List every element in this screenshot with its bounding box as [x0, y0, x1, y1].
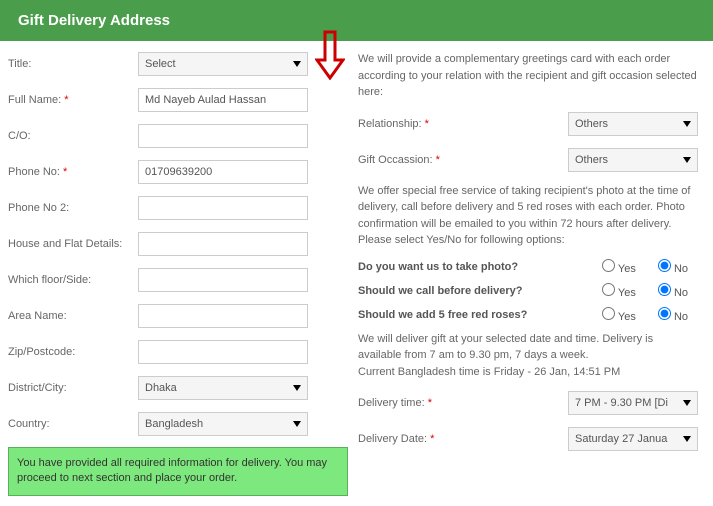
- floor-input[interactable]: [138, 268, 308, 292]
- service-info: We offer special free service of taking …: [358, 183, 698, 249]
- relationship-select[interactable]: Others: [568, 112, 698, 136]
- title-select[interactable]: Select: [138, 52, 308, 76]
- photo-no[interactable]: No: [658, 259, 688, 275]
- occasion-select[interactable]: Others: [568, 148, 698, 172]
- occasion-label: Gift Occassion: *: [358, 154, 478, 166]
- deliverytime-label: Delivery time: *: [358, 397, 478, 409]
- left-column: Title: Select Full Name: * C/O: Phone No…: [8, 51, 348, 496]
- fullname-input[interactable]: [138, 88, 308, 112]
- roses-no[interactable]: No: [658, 307, 688, 323]
- area-input[interactable]: [138, 304, 308, 328]
- house-label: House and Flat Details:: [8, 238, 138, 250]
- deliverydate-label: Delivery Date: *: [358, 433, 478, 445]
- photo-yes[interactable]: Yes: [602, 259, 636, 275]
- photo-question: Do you want us to take photo?: [358, 261, 602, 273]
- call-question: Should we call before delivery?: [358, 285, 602, 297]
- co-input[interactable]: [138, 124, 308, 148]
- co-label: C/O:: [8, 130, 138, 142]
- delivery-info: We will deliver gift at your selected da…: [358, 331, 698, 381]
- call-no[interactable]: No: [658, 283, 688, 299]
- area-label: Area Name:: [8, 310, 138, 322]
- zip-label: Zip/Postcode:: [8, 346, 138, 358]
- roses-yes[interactable]: Yes: [602, 307, 636, 323]
- country-label: Country:: [8, 418, 138, 430]
- intro-text: We will provide a complementary greeting…: [358, 51, 698, 101]
- deliverydate-select[interactable]: Saturday 27 Janua: [568, 427, 698, 451]
- right-column: We will provide a complementary greeting…: [358, 51, 698, 496]
- phone-input[interactable]: [138, 160, 308, 184]
- title-label: Title:: [8, 58, 138, 70]
- zip-input[interactable]: [138, 340, 308, 364]
- call-yes[interactable]: Yes: [602, 283, 636, 299]
- relationship-label: Relationship: *: [358, 118, 478, 130]
- phone2-input[interactable]: [138, 196, 308, 220]
- header-title: Gift Delivery Address: [18, 12, 170, 29]
- deliverytime-select[interactable]: 7 PM - 9.30 PM [Di: [568, 391, 698, 415]
- fullname-label: Full Name: *: [8, 94, 138, 106]
- form-header: Gift Delivery Address: [0, 0, 713, 41]
- floor-label: Which floor/Side:: [8, 274, 138, 286]
- house-input[interactable]: [138, 232, 308, 256]
- country-select[interactable]: Bangladesh: [138, 412, 308, 436]
- district-label: District/City:: [8, 382, 138, 394]
- roses-question: Should we add 5 free red roses?: [358, 309, 602, 321]
- phone-label: Phone No: *: [8, 166, 138, 178]
- phone2-label: Phone No 2:: [8, 202, 138, 214]
- district-select[interactable]: Dhaka: [138, 376, 308, 400]
- success-message: You have provided all required informati…: [8, 447, 348, 496]
